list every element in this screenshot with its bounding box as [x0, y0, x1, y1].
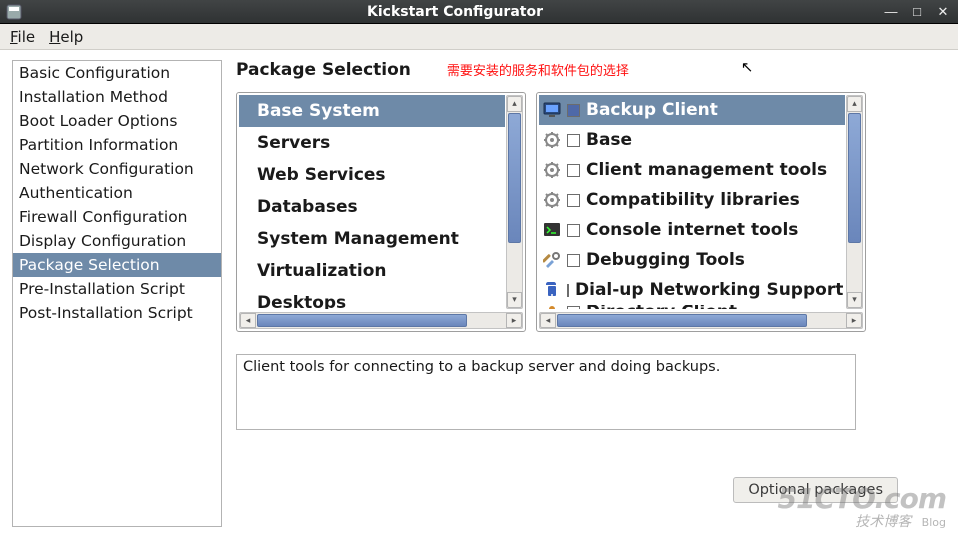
sidebar-item-post-installation-script[interactable]: Post-Installation Script	[13, 301, 221, 325]
scroll-up-icon[interactable]: ▴	[847, 96, 862, 112]
package-description: Client tools for connecting to a backup …	[236, 354, 856, 430]
group-item[interactable]: System Management	[239, 223, 505, 255]
package-item[interactable]: Compatibility libraries	[539, 185, 845, 215]
group-vscroll[interactable]: ▴ ▾	[506, 95, 523, 309]
package-checkbox[interactable]	[567, 134, 580, 147]
scroll-down-icon[interactable]: ▾	[507, 292, 522, 308]
package-label: Compatibility libraries	[586, 187, 800, 213]
page-title: Package Selection	[236, 60, 411, 80]
app-icon	[6, 4, 22, 20]
sidebar-item-network-configuration[interactable]: Network Configuration	[13, 157, 221, 181]
display-icon	[543, 101, 561, 119]
phone-icon	[543, 281, 561, 299]
package-checkbox[interactable]	[567, 254, 580, 267]
package-checkbox[interactable]	[567, 224, 580, 237]
package-label: Client management tools	[586, 157, 827, 183]
scroll-down-icon[interactable]: ▾	[847, 292, 862, 308]
sidebar-item-package-selection[interactable]: Package Selection	[13, 253, 221, 277]
package-item[interactable]: Base	[539, 125, 845, 155]
window-title: Kickstart Configurator	[28, 4, 882, 20]
package-label: Debugging Tools	[586, 247, 745, 273]
package-label: Directory Client	[586, 307, 737, 309]
body: Basic ConfigurationInstallation MethodBo…	[0, 50, 958, 537]
scroll-thumb[interactable]	[508, 113, 521, 243]
group-item[interactable]: Databases	[239, 191, 505, 223]
group-item[interactable]: Base System	[239, 95, 505, 127]
package-hscroll[interactable]: ◂ ▸	[539, 312, 863, 329]
scroll-right-icon[interactable]: ▸	[846, 313, 862, 328]
titlebar: Kickstart Configurator — □ ✕	[0, 0, 958, 24]
sidebar-item-installation-method[interactable]: Installation Method	[13, 85, 221, 109]
package-label: Console internet tools	[586, 217, 798, 243]
sidebar-item-partition-information[interactable]: Partition Information	[13, 133, 221, 157]
scroll-left-icon[interactable]: ◂	[540, 313, 556, 328]
annotation-text: 需要安装的服务和软件包的选择	[447, 64, 629, 79]
terminal-icon	[543, 221, 561, 239]
group-item[interactable]: Desktops	[239, 287, 505, 309]
scroll-thumb-h[interactable]	[257, 314, 467, 327]
sidebar-item-display-configuration[interactable]: Display Configuration	[13, 229, 221, 253]
scroll-right-icon[interactable]: ▸	[506, 313, 522, 328]
optional-packages-button[interactable]: Optional packages	[733, 477, 898, 503]
gear-icon	[543, 191, 561, 209]
sidebar-item-boot-loader-options[interactable]: Boot Loader Options	[13, 109, 221, 133]
menu-file[interactable]: File	[10, 28, 35, 46]
group-list: Base SystemServersWeb ServicesDatabasesS…	[236, 92, 526, 332]
package-checkbox[interactable]	[567, 306, 580, 310]
minimize-button[interactable]: —	[882, 4, 900, 20]
package-checkbox[interactable]	[567, 164, 580, 177]
menubar: File Help	[0, 24, 958, 50]
sidebar-item-authentication[interactable]: Authentication	[13, 181, 221, 205]
package-label: Base	[586, 127, 632, 153]
scroll-left-icon[interactable]: ◂	[240, 313, 256, 328]
package-checkbox[interactable]	[567, 194, 580, 207]
group-hscroll[interactable]: ◂ ▸	[239, 312, 523, 329]
scroll-thumb[interactable]	[848, 113, 861, 243]
package-item[interactable]: Debugging Tools	[539, 245, 845, 275]
menu-help[interactable]: Help	[49, 28, 83, 46]
person-icon	[543, 305, 561, 309]
package-item[interactable]: Backup Client	[539, 95, 845, 125]
sidebar-item-pre-installation-script[interactable]: Pre-Installation Script	[13, 277, 221, 301]
tools-icon	[543, 251, 561, 269]
gear-icon	[543, 161, 561, 179]
package-checkbox[interactable]	[567, 104, 580, 117]
group-item[interactable]: Virtualization	[239, 255, 505, 287]
window-buttons: — □ ✕	[882, 4, 952, 20]
scroll-thumb-h[interactable]	[557, 314, 807, 327]
group-item[interactable]: Servers	[239, 127, 505, 159]
package-label: Dial-up Networking Support	[575, 277, 843, 303]
package-item[interactable]: Directory Client	[539, 305, 845, 309]
cursor-icon: ↖	[741, 58, 754, 76]
package-list: Backup Client Base Client management tools…	[536, 92, 866, 332]
package-item[interactable]: Client management tools	[539, 155, 845, 185]
package-item[interactable]: Dial-up Networking Support	[539, 275, 845, 305]
group-item[interactable]: Web Services	[239, 159, 505, 191]
sidebar-item-firewall-configuration[interactable]: Firewall Configuration	[13, 205, 221, 229]
package-vscroll[interactable]: ▴ ▾	[846, 95, 863, 309]
main-panel: Package Selection 需要安装的服务和软件包的选择 ↖ Base …	[230, 50, 958, 537]
gear-icon	[543, 131, 561, 149]
package-label: Backup Client	[586, 97, 718, 123]
sidebar-item-basic-configuration[interactable]: Basic Configuration	[13, 61, 221, 85]
scroll-up-icon[interactable]: ▴	[507, 96, 522, 112]
close-button[interactable]: ✕	[934, 4, 952, 20]
maximize-button[interactable]: □	[908, 4, 926, 20]
package-checkbox[interactable]	[567, 284, 569, 297]
package-item[interactable]: Console internet tools	[539, 215, 845, 245]
sidebar: Basic ConfigurationInstallation MethodBo…	[12, 60, 222, 527]
